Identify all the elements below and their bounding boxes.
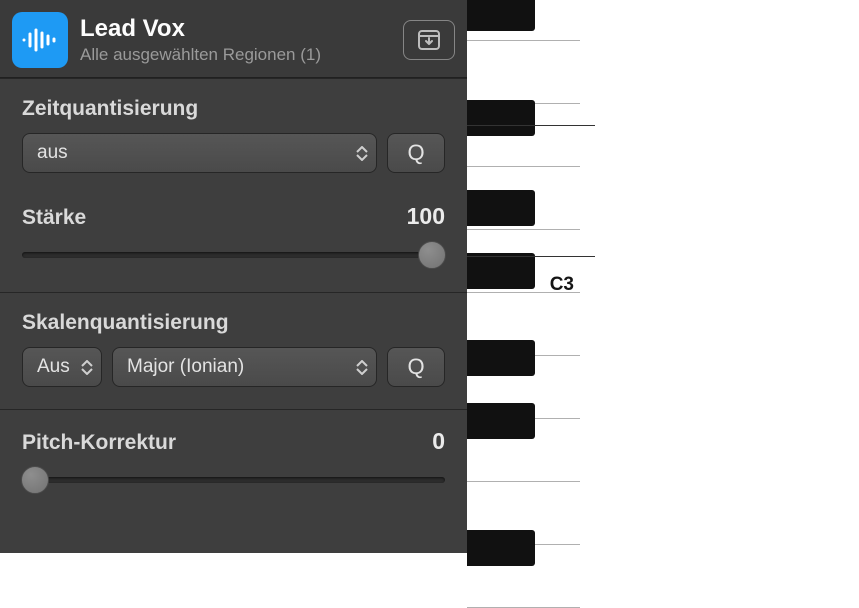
callout-line [445,256,595,257]
inspector-panel: Lead Vox Alle ausgewählten Regionen (1) … [0,0,467,553]
strength-value: 100 [407,203,445,230]
slider-thumb[interactable] [21,466,49,494]
chevron-up-down-icon [356,360,368,375]
scale-quantize-q-button[interactable]: Q [387,347,445,387]
download-button[interactable] [403,20,455,60]
scale-root-dropdown[interactable]: Aus [22,347,102,387]
time-quantize-q-button[interactable]: Q [387,133,445,173]
black-key[interactable] [467,100,535,136]
pitch-correction-value: 0 [432,428,445,455]
strength-slider[interactable] [22,240,445,270]
time-quantize-section: Zeitquantisierung aus Q [0,78,467,195]
pitch-correction-label: Pitch-Korrektur [22,431,176,455]
scale-quantize-section: Skalenquantisierung Aus Major (Ionian) [0,292,467,409]
scale-type-value: Major (Ionian) [127,356,244,378]
black-key[interactable] [467,530,535,566]
time-quantize-dropdown[interactable]: aus [22,133,377,173]
black-key[interactable] [467,340,535,376]
strength-section: Stärke 100 [0,195,467,292]
chevron-up-down-icon [81,360,93,375]
track-subtitle: Alle ausgewählten Regionen (1) [80,45,391,65]
scale-root-value: Aus [37,356,70,378]
time-quantize-label: Zeitquantisierung [22,97,445,121]
pitch-correction-slider[interactable] [22,465,445,495]
header: Lead Vox Alle ausgewählten Regionen (1) [0,0,467,78]
track-title: Lead Vox [80,15,391,43]
download-icon [416,29,442,51]
strength-label: Stärke [22,206,86,230]
chevron-up-down-icon [356,146,368,161]
time-quantize-value: aus [37,142,68,164]
c3-label: C3 [550,274,574,296]
black-key[interactable] [467,403,535,439]
waveform-icon [12,12,68,68]
scale-quantize-label: Skalenquantisierung [22,311,445,335]
pitch-correction-section: Pitch-Korrektur 0 [0,409,467,517]
black-key[interactable] [467,253,535,289]
scale-type-dropdown[interactable]: Major (Ionian) [112,347,377,387]
slider-thumb[interactable] [418,241,446,269]
piano-keyboard[interactable]: C3 [467,0,580,553]
black-key[interactable] [467,0,535,31]
black-key[interactable] [467,190,535,226]
